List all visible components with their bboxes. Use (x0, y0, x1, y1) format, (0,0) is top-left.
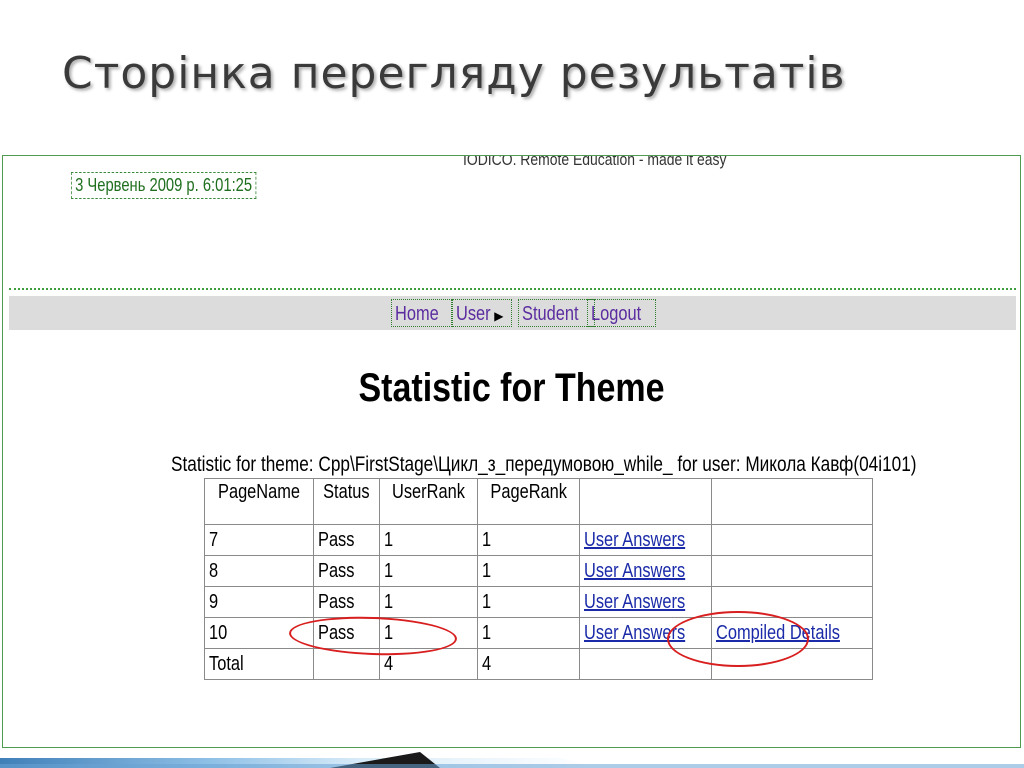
cell-answers: User Answers (579, 586, 713, 618)
table-row: 7 Pass 1 1 User Answers (203, 524, 873, 556)
cell-details (711, 524, 873, 556)
cell-answers: User Answers (579, 617, 713, 649)
cell-user-rank: 1 (378, 524, 478, 556)
stat-caption: Statistic for theme: Cpp\FirstStage\Цикл… (171, 453, 917, 476)
app-screenshot: IODICO. Remote Education - made it easy … (2, 155, 1021, 748)
nav-home[interactable]: Home (391, 299, 453, 327)
cell-user-rank: 1 (378, 586, 478, 618)
table-total-row: Total 4 4 (203, 648, 873, 680)
column-header (711, 478, 873, 525)
cell-page-name: 7 (203, 524, 315, 556)
cell-page-rank: 1 (476, 555, 581, 587)
column-header: PageName (203, 478, 315, 525)
cell-details: Compiled Details (711, 617, 873, 649)
nav-logout[interactable]: Logout (587, 299, 657, 327)
nav-bar: Home User ▶ Student Logout (9, 296, 1016, 330)
user-answers-link[interactable]: User Answers (584, 622, 685, 644)
cell-answers (579, 648, 713, 680)
statistics-table: PageName Status UserRank PageRank 7 Pass… (203, 478, 873, 680)
page-heading: Statistic for Theme (358, 366, 665, 410)
cell-user-rank: 1 (378, 617, 478, 649)
cell-status (313, 648, 380, 680)
cell-details (711, 586, 873, 618)
table-header-row: PageName Status UserRank PageRank (203, 478, 873, 525)
cell-answers: User Answers (579, 524, 713, 556)
compiled-details-link[interactable]: Compiled Details (716, 622, 840, 644)
cell-page-name: Total (203, 648, 315, 680)
cell-status: Pass (313, 617, 380, 649)
cell-user-rank: 1 (378, 555, 478, 587)
table-row: 9 Pass 1 1 User Answers (203, 586, 873, 618)
cell-status: Pass (313, 555, 380, 587)
nav-student[interactable]: Student (518, 299, 595, 327)
submenu-arrow-icon: ▶ (494, 309, 504, 323)
cell-page-name: 8 (203, 555, 315, 587)
user-answers-link[interactable]: User Answers (584, 560, 685, 582)
cell-page-name: 10 (203, 617, 315, 649)
cell-answers: User Answers (579, 555, 713, 587)
column-header: Status (313, 478, 380, 525)
cell-page-rank: 4 (476, 648, 581, 680)
cell-user-rank: 4 (378, 648, 478, 680)
cell-status: Pass (313, 586, 380, 618)
column-header: PageRank (476, 478, 581, 525)
column-header: UserRank (378, 478, 478, 525)
timestamp: 3 Червень 2009 р. 6:01:25 (71, 172, 257, 199)
user-answers-link[interactable]: User Answers (584, 529, 685, 551)
header-divider (9, 288, 1016, 290)
slide-title: Сторінка перегляду результатів (62, 48, 846, 99)
column-header (579, 478, 713, 525)
cell-details (711, 648, 873, 680)
table-row: 10 Pass 1 1 User Answers Compiled Detail… (203, 617, 873, 649)
cell-details (711, 555, 873, 587)
cell-page-rank: 1 (476, 524, 581, 556)
cell-page-name: 9 (203, 586, 315, 618)
nav-user[interactable]: User ▶ (452, 299, 512, 327)
user-answers-link[interactable]: User Answers (584, 591, 685, 613)
table-row: 8 Pass 1 1 User Answers (203, 555, 873, 587)
app-banner: IODICO. Remote Education - made it easy (463, 155, 727, 169)
cell-page-rank: 1 (476, 617, 581, 649)
cell-status: Pass (313, 524, 380, 556)
slide-footer-band (0, 752, 1024, 768)
cell-page-rank: 1 (476, 586, 581, 618)
